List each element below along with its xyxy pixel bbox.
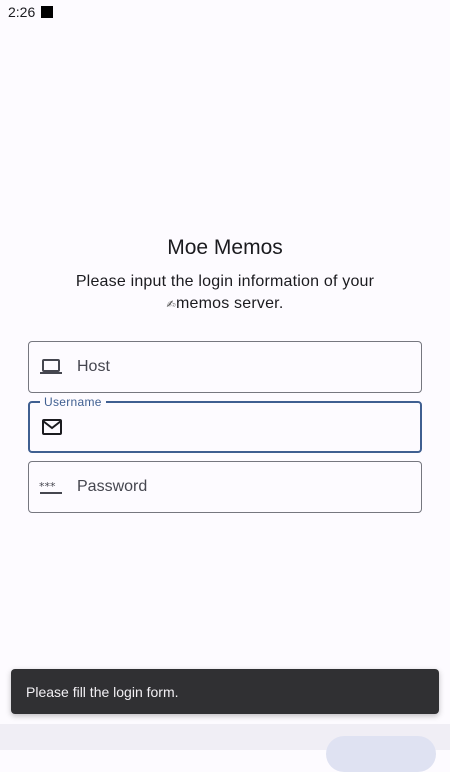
subtitle-line-1: Please input the login information of yo… xyxy=(75,273,375,290)
username-field[interactable]: Username xyxy=(28,395,422,453)
snackbar: Please fill the login form. xyxy=(11,669,439,714)
password-placeholder: Password xyxy=(77,478,148,495)
login-instructions: Please input the login information of yo… xyxy=(60,271,390,316)
host-placeholder: Host xyxy=(77,358,110,375)
status-bar: 2:26 xyxy=(0,0,450,24)
snackbar-message: Please fill the login form. xyxy=(26,683,179,700)
mail-icon xyxy=(40,415,64,439)
login-button[interactable] xyxy=(326,736,436,772)
password-dots-icon: *** xyxy=(39,475,63,499)
username-input[interactable] xyxy=(78,403,408,451)
status-time: 2:26 xyxy=(8,4,36,20)
subtitle-line-2: memos server. xyxy=(175,295,284,312)
laptop-icon xyxy=(39,355,63,379)
pencil-icon: ✍ xyxy=(166,299,176,311)
app-title: Moe Memos xyxy=(167,236,283,259)
password-field[interactable]: *** Password xyxy=(28,461,422,513)
svg-text:***: *** xyxy=(39,480,56,493)
host-field[interactable]: Host xyxy=(28,341,422,393)
notification-icon xyxy=(41,6,54,18)
